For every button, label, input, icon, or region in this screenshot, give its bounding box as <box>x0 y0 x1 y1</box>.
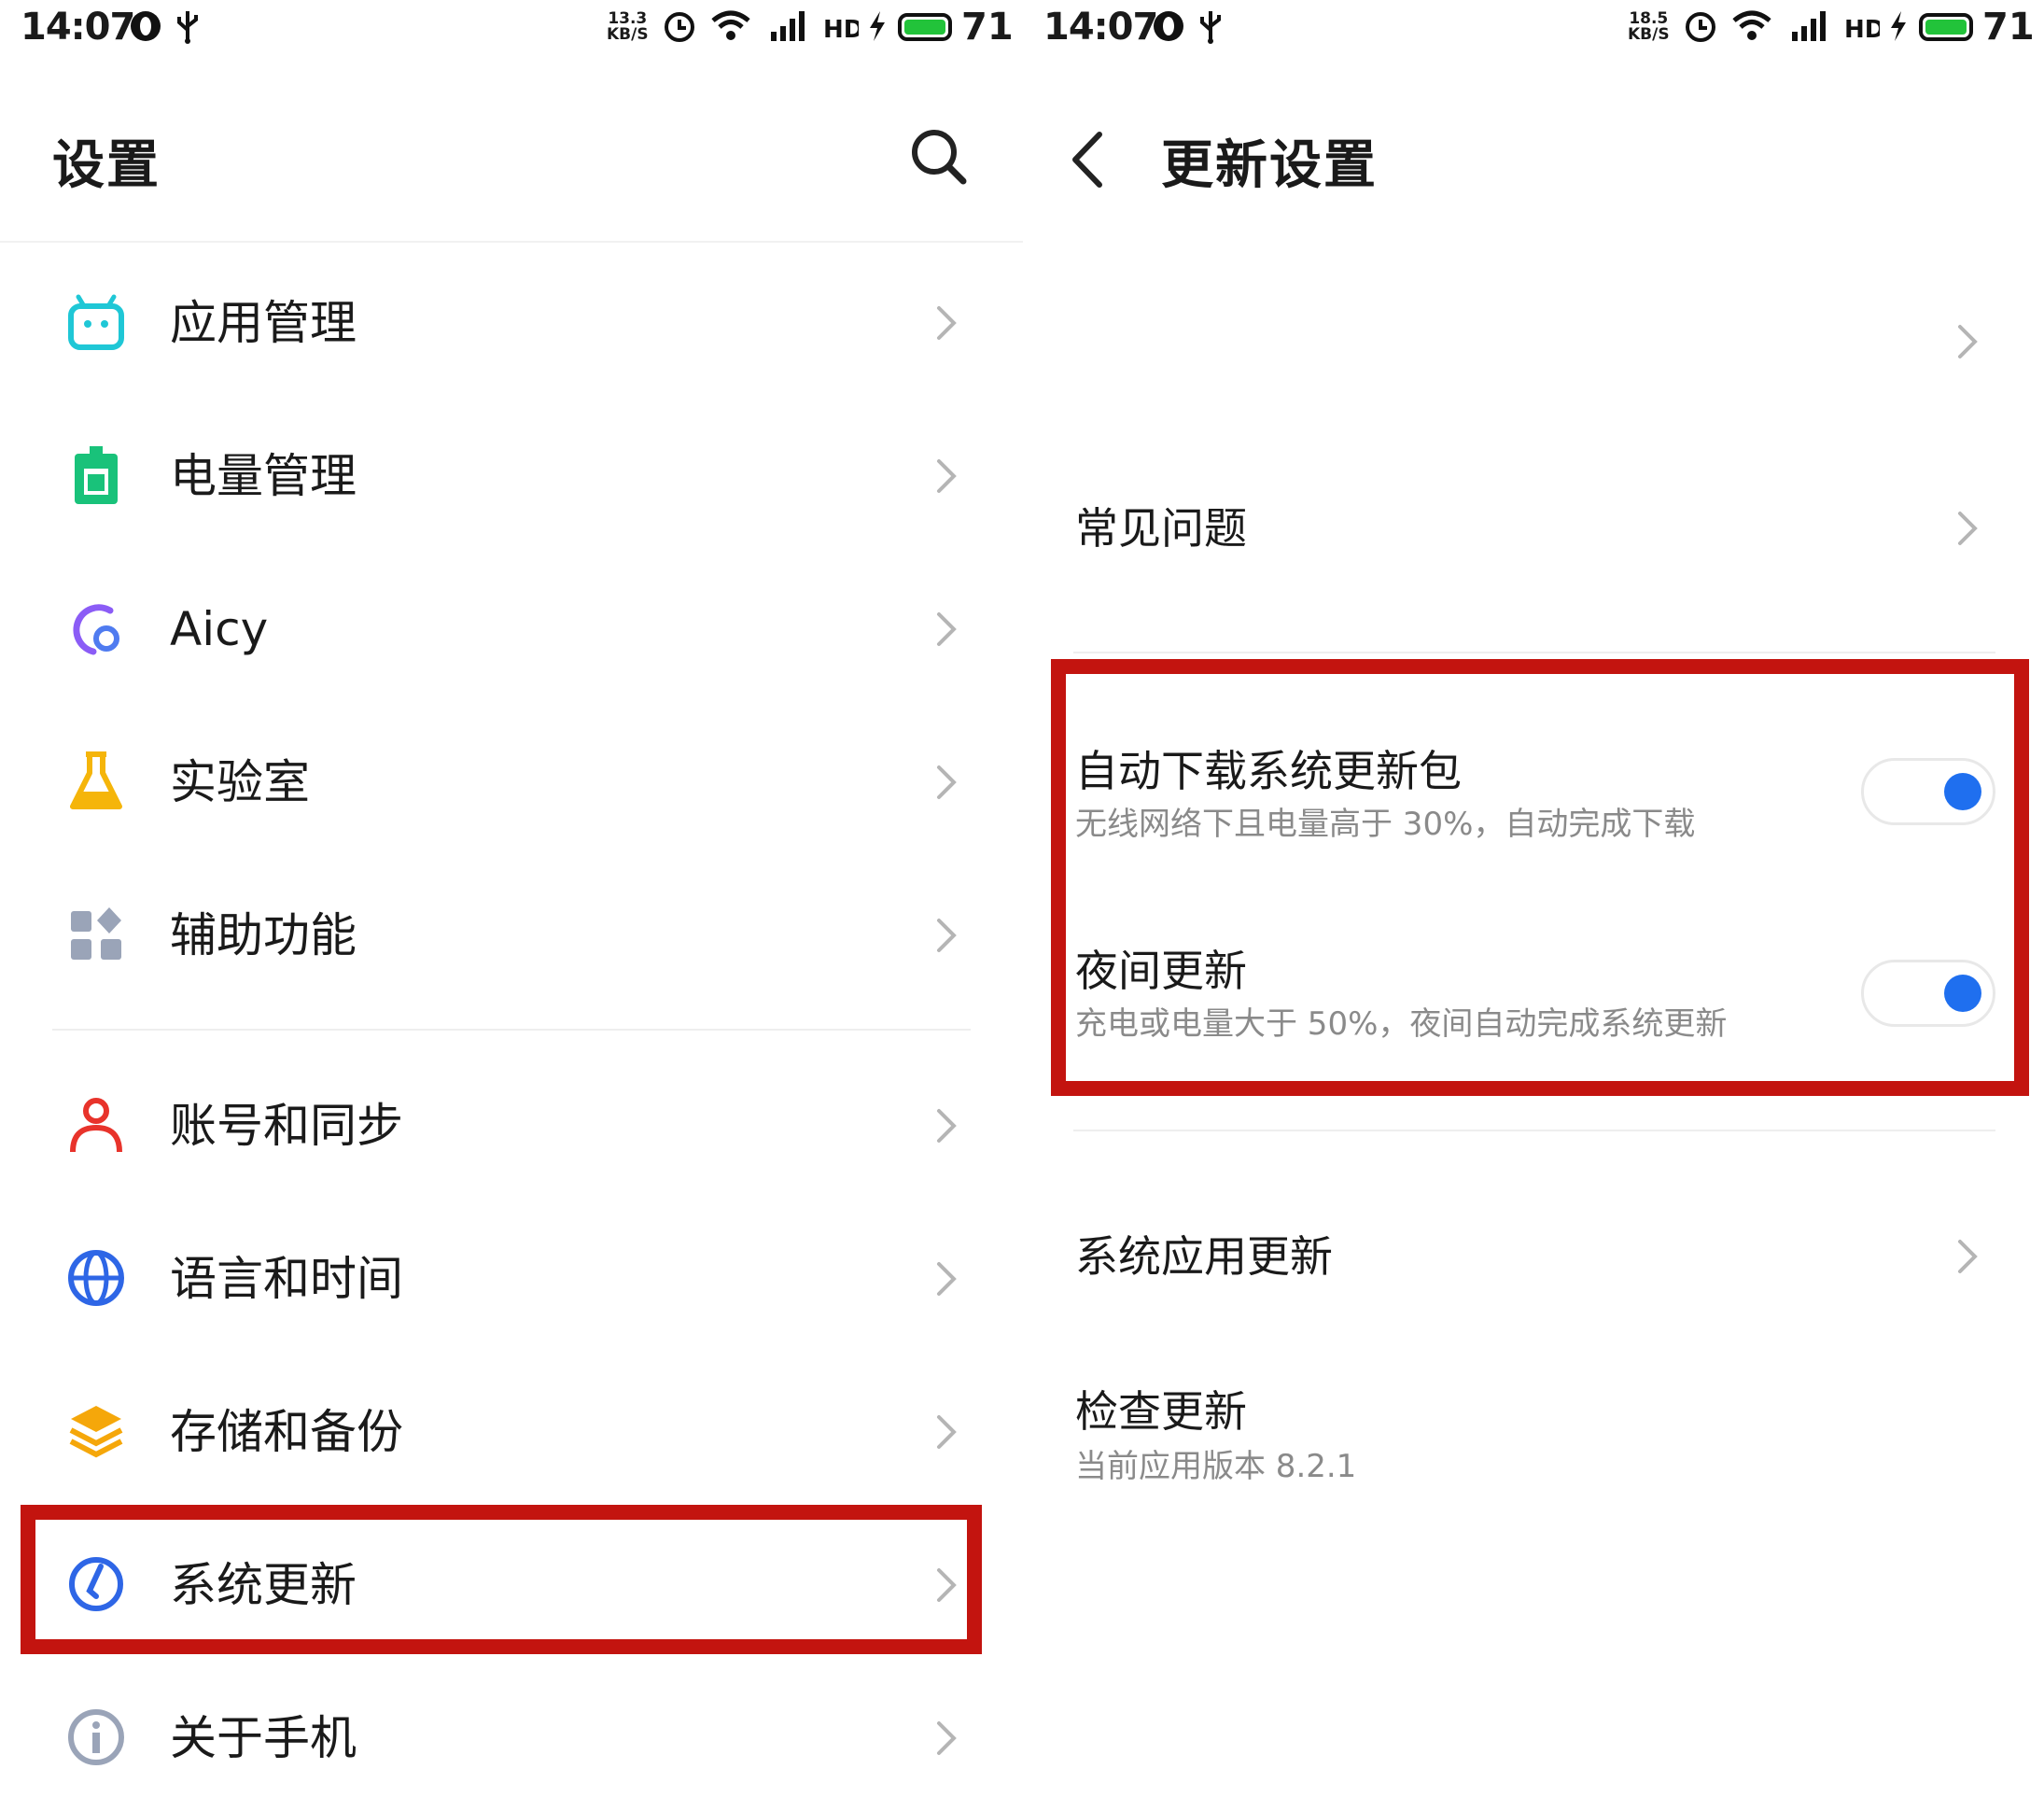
settings-item-aicy[interactable]: Aicy <box>0 564 1023 695</box>
page-title: 更新设置 <box>1161 135 1378 196</box>
chevron-right-icon <box>937 1721 957 1755</box>
auto-download-description: 无线网络下且电量高于 30%，自动完成下载 <box>1075 806 1696 843</box>
settings-item-language-time[interactable]: 语言和时间 <box>0 1214 1023 1344</box>
auto-download-row[interactable]: 自动下载系统更新包 无线网络下且电量高于 30%，自动完成下载 <box>1023 719 2044 868</box>
chevron-right-icon <box>937 459 957 493</box>
toggle-knob <box>1944 773 1981 810</box>
night-update-row[interactable]: 夜间更新 充电或电量大于 50%，夜间自动完成系统更新 <box>1023 920 2044 1070</box>
wifi-icon <box>1732 10 1771 40</box>
charging-icon <box>870 11 885 41</box>
night-update-description: 充电或电量大于 50%，夜间自动完成系统更新 <box>1075 1005 1728 1043</box>
battery-level: 71 <box>961 6 1014 49</box>
info-icon <box>68 1709 124 1765</box>
usb-icon <box>1200 11 1221 44</box>
faq-label: 常见问题 <box>1075 503 1247 554</box>
settings-item-label: 账号和同步 <box>170 1099 403 1153</box>
page-title: 设置 <box>52 135 161 196</box>
usb-icon <box>177 11 198 44</box>
android-icon <box>68 294 124 350</box>
battery-manage-icon <box>75 446 118 504</box>
opera-icon <box>1154 11 1183 41</box>
section-divider <box>52 1029 971 1031</box>
chevron-right-icon <box>937 919 957 952</box>
settings-screen: 14:07 13.3 KB/S HD 71 设置 应用管理 电量管理 Aicy … <box>0 0 1023 1811</box>
check-update-row[interactable]: 检查更新 当前应用版本 8.2.1 <box>1023 1372 2044 1522</box>
status-time: 14:07 <box>21 6 135 49</box>
settings-item-battery-management[interactable]: 电量管理 <box>0 411 1023 541</box>
svg-text:HD: HD <box>823 16 859 44</box>
chevron-right-icon <box>937 612 957 646</box>
opera-icon <box>131 11 161 41</box>
battery-level: 71 <box>1982 6 2035 49</box>
header-divider <box>0 241 1023 243</box>
settings-item-account-sync[interactable]: 账号和同步 <box>0 1060 1023 1191</box>
status-bar: 14:07 13.3 KB/S HD 71 <box>0 0 1023 60</box>
account-icon <box>70 1098 122 1153</box>
update-settings-screen: 14:07 18.5 KB/S HD 71 更新设置 常见问题 自动下载系统更新… <box>1023 0 2044 1811</box>
settings-item-app-management[interactable]: 应用管理 <box>0 258 1023 388</box>
chevron-right-icon <box>1958 512 1978 545</box>
chevron-right-icon <box>937 1262 957 1296</box>
system-app-update-row[interactable]: 系统应用更新 <box>1023 1191 2044 1322</box>
system-app-update-label: 系统应用更新 <box>1075 1231 1333 1282</box>
check-update-label: 检查更新 <box>1075 1386 1247 1437</box>
chevron-right-icon <box>937 765 957 799</box>
faq-row[interactable]: 常见问题 <box>1023 463 2044 594</box>
alarm-icon <box>1686 12 1715 42</box>
section-divider <box>1073 652 1995 653</box>
signal-4g-icon <box>1792 11 1826 41</box>
battery-icon <box>1919 13 1973 41</box>
back-arrow-icon[interactable] <box>1064 127 1111 192</box>
settings-item-about-phone[interactable]: 关于手机 <box>0 1673 1023 1804</box>
system-update-icon <box>69 1557 123 1611</box>
svg-text:HD: HD <box>1844 16 1880 44</box>
night-update-label: 夜间更新 <box>1075 946 1247 996</box>
night-update-toggle[interactable] <box>1861 960 1995 1027</box>
battery-icon <box>898 13 952 41</box>
hd-icon: HD <box>823 16 859 44</box>
network-speed: 18.5 KB/S <box>1628 9 1670 44</box>
search-icon[interactable] <box>907 125 969 187</box>
settings-item-label: 语言和时间 <box>170 1252 403 1306</box>
charging-icon <box>1891 11 1906 41</box>
chevron-right-icon <box>1958 1240 1978 1273</box>
hd-icon: HD <box>1844 16 1880 44</box>
status-time: 14:07 <box>1043 6 1158 49</box>
settings-item-label: 辅助功能 <box>170 908 357 962</box>
chevron-right-icon <box>937 1415 957 1449</box>
settings-item-storage-backup[interactable]: 存储和备份 <box>0 1367 1023 1497</box>
settings-item-label: 应用管理 <box>170 296 357 350</box>
layers-icon <box>69 1406 123 1458</box>
chevron-right-icon <box>1958 325 1978 358</box>
accessibility-icon <box>71 907 121 960</box>
toggle-knob <box>1944 975 1981 1012</box>
aicy-icon <box>73 604 119 655</box>
flask-icon <box>70 751 122 809</box>
blank-row[interactable] <box>1023 276 2044 407</box>
network-speed: 13.3 KB/S <box>607 9 649 44</box>
settings-item-label: 电量管理 <box>170 449 357 503</box>
settings-item-label: 关于手机 <box>170 1711 357 1765</box>
chevron-right-icon <box>937 1109 957 1143</box>
auto-download-label: 自动下载系统更新包 <box>1075 746 1462 796</box>
settings-item-label: 系统更新 <box>170 1558 357 1612</box>
settings-item-lab[interactable]: 实验室 <box>0 717 1023 848</box>
current-version: 当前应用版本 8.2.1 <box>1075 1448 1357 1485</box>
settings-item-label: 实验室 <box>170 755 310 809</box>
alarm-icon <box>665 12 694 42</box>
auto-download-toggle[interactable] <box>1861 758 1995 825</box>
settings-item-accessibility[interactable]: 辅助功能 <box>0 870 1023 1001</box>
wifi-icon <box>711 10 750 40</box>
settings-item-label: 存储和备份 <box>170 1405 403 1459</box>
signal-4g-icon <box>771 11 805 41</box>
chevron-right-icon <box>937 1568 957 1602</box>
settings-item-system-update[interactable]: 系统更新 <box>0 1520 1023 1650</box>
globe-icon <box>68 1250 124 1306</box>
section-divider <box>1073 1130 1995 1131</box>
settings-item-label: Aicy <box>170 602 269 656</box>
status-bar: 14:07 18.5 KB/S HD 71 <box>1023 0 2044 60</box>
chevron-right-icon <box>937 306 957 340</box>
